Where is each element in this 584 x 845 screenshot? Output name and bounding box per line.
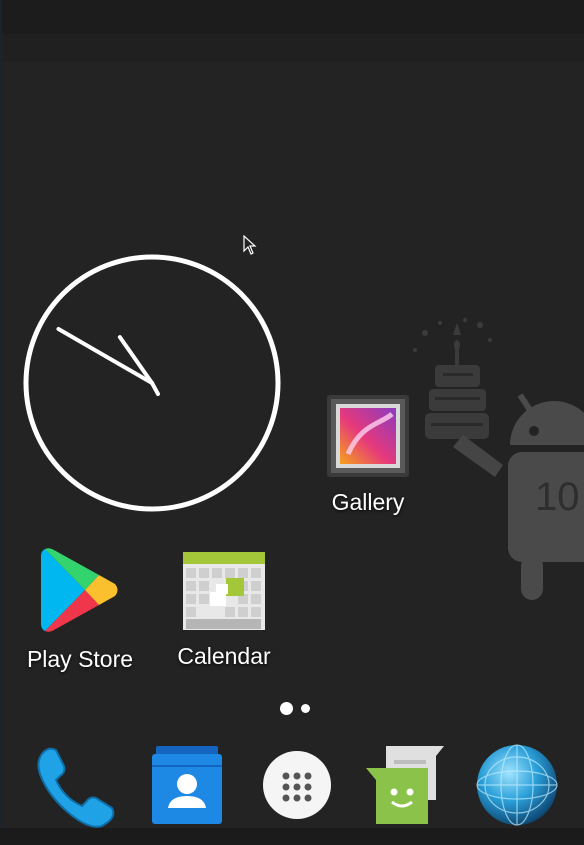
app-play-store[interactable]: Play Store — [18, 545, 142, 673]
dock — [0, 730, 584, 830]
status-bar — [0, 0, 584, 34]
page-indicator — [280, 701, 312, 715]
mouse-cursor-icon — [243, 235, 257, 255]
android-wallpaper-art: 10 — [413, 318, 584, 600]
page-dot-current — [280, 702, 293, 715]
gallery-icon — [327, 395, 409, 477]
status-bar-shadow — [0, 34, 584, 62]
messaging-icon[interactable] — [360, 740, 450, 830]
navigation-bar — [0, 828, 584, 845]
app-label-calendar: Calendar — [177, 643, 271, 669]
browser-globe-icon[interactable] — [472, 740, 562, 830]
wallpaper-badge-text: 10 — [535, 475, 580, 519]
analog-clock-widget[interactable] — [22, 253, 282, 513]
play-store-icon — [41, 548, 118, 632]
clock-hour-hand — [117, 335, 154, 385]
app-label-gallery: Gallery — [331, 489, 405, 515]
app-label-play-store: Play Store — [26, 646, 134, 672]
app-gallery[interactable]: Gallery — [318, 394, 418, 516]
clock-minute-hand — [56, 327, 154, 385]
screen-edge — [0, 0, 2, 845]
phone-icon[interactable] — [30, 740, 120, 830]
page-dot — [301, 704, 310, 713]
app-drawer-icon[interactable] — [252, 740, 342, 830]
app-calendar[interactable]: Calendar — [168, 550, 280, 670]
calendar-icon — [183, 552, 265, 630]
contacts-icon[interactable] — [142, 740, 232, 830]
clock-hand-tail — [150, 381, 160, 396]
